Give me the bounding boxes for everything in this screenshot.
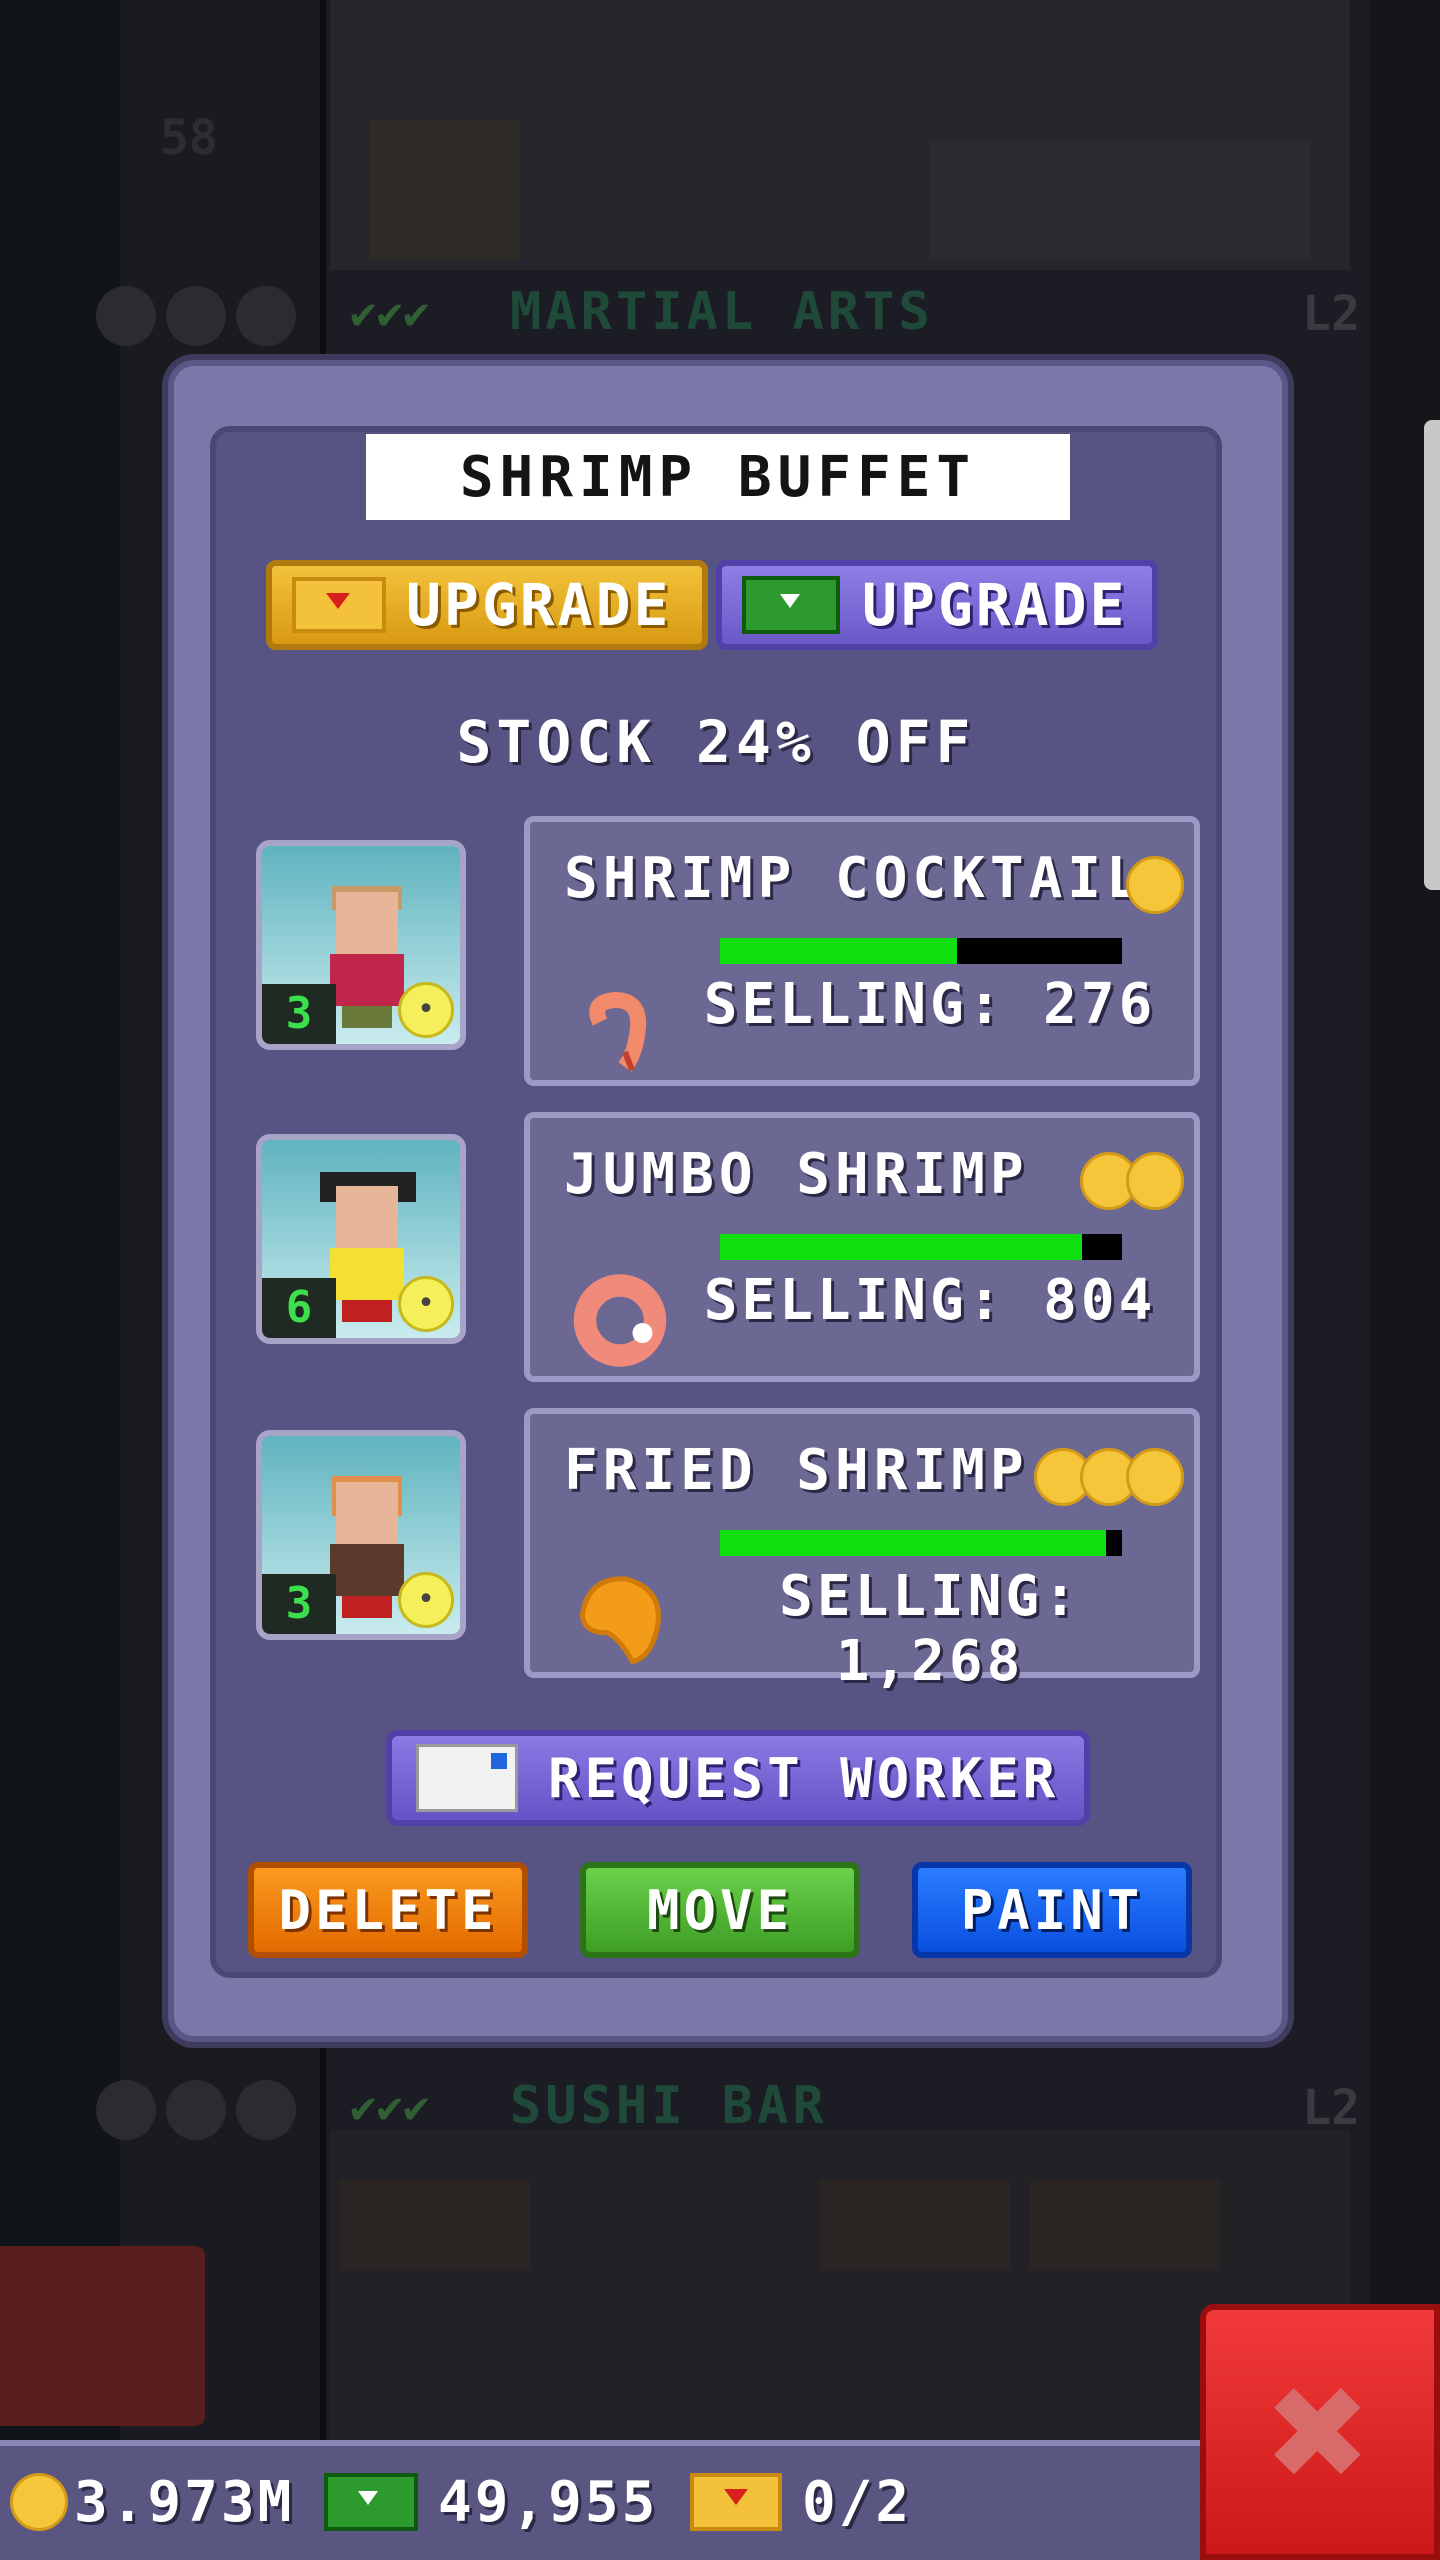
star-icon	[236, 2080, 296, 2140]
coin-tier-icons	[1034, 1448, 1184, 1506]
jumbo-shrimp-icon	[573, 1274, 667, 1367]
elevator-button[interactable]	[0, 2246, 205, 2426]
stock-discount-text: STOCK 24% OFF	[456, 708, 976, 776]
selling-count: SELLING: 1,268	[779, 1564, 1081, 1694]
shrimp-cocktail-icon	[589, 992, 647, 1072]
selling-count: SELLING: 804	[703, 1268, 1157, 1333]
room-dialog-content: SHRIMP BUFFET UPGRADE UPGRADE STOCK 24% …	[210, 426, 1222, 1978]
floor-name: MARTIAL ARTS	[510, 282, 934, 342]
star-icon	[96, 2080, 156, 2140]
golden-ticket-icon	[690, 2473, 782, 2531]
floor-number: 58	[160, 110, 218, 166]
delete-label: DELETE	[278, 1878, 498, 1942]
product-slot[interactable]: SHRIMP COCKTAIL SELLING: 276	[524, 816, 1200, 1086]
tickets-value: 0/2	[802, 2469, 913, 2535]
bux-value: 49,955	[438, 2469, 659, 2535]
worker-card[interactable]: 3 • •	[256, 1430, 466, 1640]
coin-icon	[10, 2473, 68, 2531]
neutral-face-icon: • •	[398, 1572, 454, 1634]
tower-bux-icon	[742, 576, 840, 634]
floor-name: SUSHI BAR	[510, 2076, 828, 2136]
floor-checks: ✔✔✔	[350, 288, 430, 339]
neutral-face-icon: • •	[398, 982, 454, 1044]
tower-bux-icon	[324, 2473, 418, 2531]
room-dialog: SHRIMP BUFFET UPGRADE UPGRADE STOCK 24% …	[168, 360, 1288, 2042]
fried-shrimp-icon	[579, 1576, 661, 1664]
close-button[interactable]: ✖	[1200, 2304, 1440, 2560]
coin-tier-icons	[1126, 856, 1184, 914]
upgrade-cash-label: UPGRADE	[862, 571, 1128, 639]
floor-level: L2	[1302, 2080, 1360, 2136]
paint-button[interactable]: PAINT	[912, 1862, 1192, 1958]
coin-icon	[1126, 1448, 1184, 1506]
room-title: SHRIMP BUFFET	[366, 434, 1070, 520]
star-icon	[166, 286, 226, 346]
golden-ticket-icon	[292, 577, 386, 633]
coins-counter: 3.973M	[10, 2462, 294, 2542]
worker-card[interactable]: 3 • •	[256, 840, 466, 1050]
floor-decor	[930, 140, 1310, 260]
mail-icon	[416, 1744, 518, 1812]
star-icon	[236, 286, 296, 346]
worker-card[interactable]: 6 • •	[256, 1134, 466, 1344]
close-icon: ✖	[1268, 2333, 1372, 2531]
upgrade-gold-button[interactable]: UPGRADE	[266, 560, 708, 650]
coins-value: 3.973M	[74, 2469, 295, 2535]
stock-bar	[720, 1530, 1122, 1556]
product-name: FRIED SHRIMP	[564, 1438, 1029, 1503]
worker-level: 3	[262, 984, 336, 1044]
floor-decor	[340, 2180, 530, 2270]
move-label: MOVE	[646, 1878, 794, 1942]
coin-tier-icons	[1080, 1152, 1184, 1210]
floor-decor	[1030, 2180, 1220, 2270]
product-slot[interactable]: FRIED SHRIMP SELLING: 1,268	[524, 1408, 1200, 1694]
selling-count: SELLING: 276	[703, 972, 1157, 1037]
star-icon	[166, 2080, 226, 2140]
upgrade-gold-label: UPGRADE	[406, 571, 672, 639]
stock-bar	[720, 938, 1122, 964]
paint-label: PAINT	[960, 1878, 1144, 1942]
floor-bottom	[330, 2130, 1350, 2440]
product-name: JUMBO SHRIMP	[564, 1142, 1029, 1207]
request-worker-label: REQUEST WORKER	[548, 1746, 1060, 1810]
star-icon	[96, 286, 156, 346]
product-name: SHRIMP COCKTAIL	[564, 846, 1145, 911]
product-slot[interactable]: JUMBO SHRIMP SELLING: 804	[524, 1112, 1200, 1382]
bux-counter: 49,955	[324, 2462, 658, 2542]
floor-level: L2	[1302, 286, 1360, 342]
floor-decor	[820, 2180, 1010, 2270]
worker-level: 3	[262, 1574, 336, 1634]
elevator-shaft	[0, 0, 120, 2440]
worker-level: 6	[262, 1278, 336, 1338]
floor-checks: ✔✔✔	[350, 2082, 430, 2133]
move-button[interactable]: MOVE	[580, 1862, 860, 1958]
request-worker-button[interactable]: REQUEST WORKER	[386, 1730, 1090, 1826]
tickets-counter: 0/2	[690, 2462, 912, 2542]
coin-icon	[1126, 1152, 1184, 1210]
neutral-face-icon: • •	[398, 1276, 454, 1338]
upgrade-cash-button[interactable]: UPGRADE	[716, 560, 1158, 650]
delete-button[interactable]: DELETE	[248, 1862, 528, 1958]
floor-decor	[370, 120, 520, 260]
tower-right-edge	[1370, 0, 1440, 2440]
stock-bar	[720, 1234, 1122, 1260]
scrollbar-handle[interactable]	[1424, 420, 1440, 890]
coin-icon	[1126, 856, 1184, 914]
